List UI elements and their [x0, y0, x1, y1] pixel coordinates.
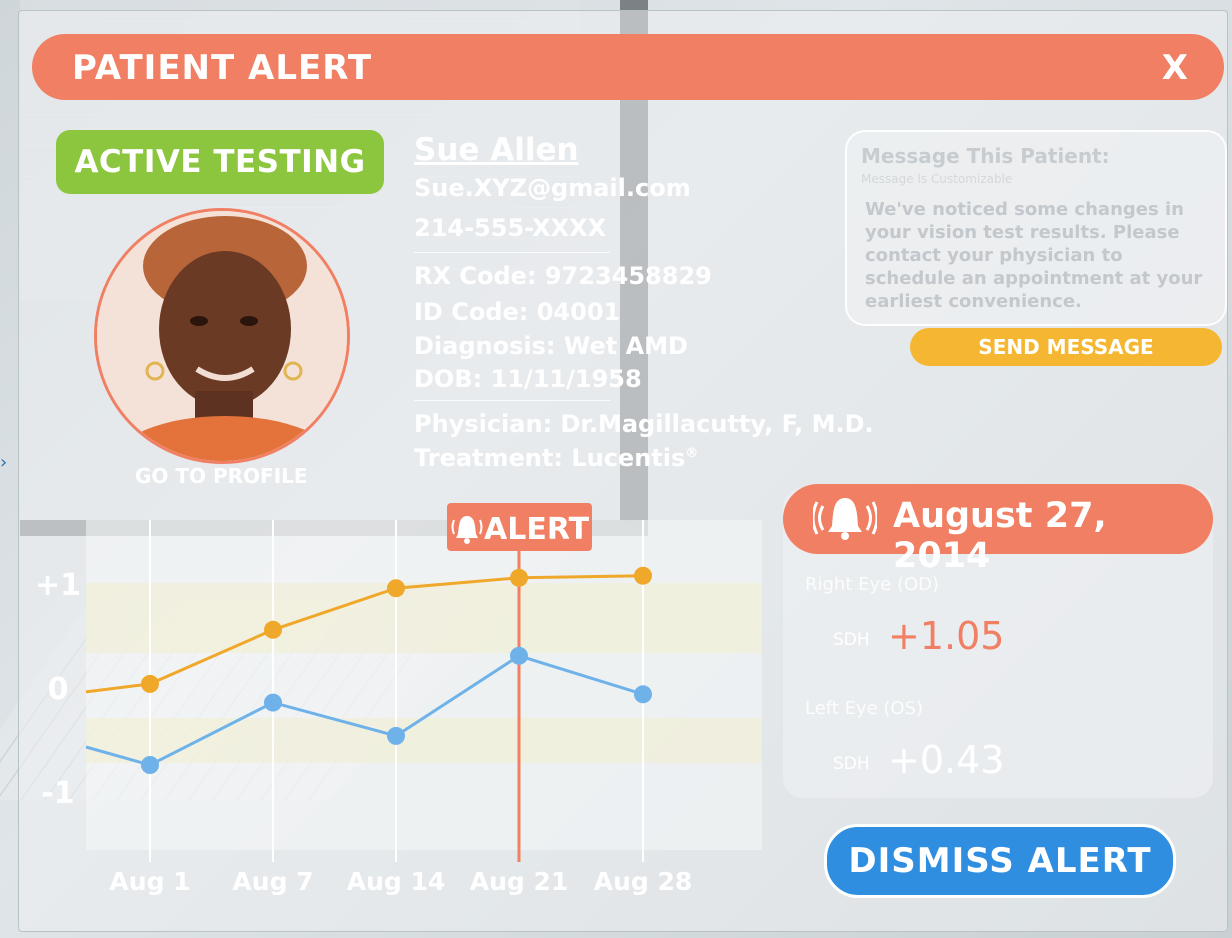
y-tick-label: 0 [48, 672, 69, 707]
y-tick-label: -1 [41, 776, 74, 811]
dismiss-alert-button[interactable]: DISMISS ALERT [824, 824, 1176, 898]
x-tick-label: Aug 7 [232, 867, 313, 896]
x-tick-label: Aug 14 [347, 867, 446, 896]
data-point [264, 693, 282, 712]
left-eye-metric: SDH [833, 754, 870, 774]
bell-icon [813, 498, 877, 540]
x-tick-label: Aug 28 [594, 867, 693, 896]
alert-date: August 27, 2014 [893, 496, 1107, 576]
chart-band-upper [86, 583, 762, 653]
data-point [510, 646, 528, 665]
x-tick-label: Aug 21 [470, 867, 569, 896]
right-eye-metric: SDH [833, 630, 870, 650]
data-point [141, 756, 159, 774]
chart-band-lower [86, 718, 762, 763]
data-point [387, 726, 405, 745]
data-point [510, 568, 528, 587]
right-eye-label: Right Eye (OD) [805, 574, 940, 595]
alert-label: ALERT [484, 512, 590, 547]
alert-date-banner: August 27, 2014 [783, 484, 1213, 576]
data-point [634, 685, 652, 704]
data-point [634, 566, 652, 585]
y-tick-label: +1 [35, 568, 81, 603]
x-tick-label: Aug 1 [109, 867, 190, 896]
left-eye-label: Left Eye (OS) [805, 698, 924, 719]
data-point [141, 674, 159, 693]
data-point [387, 579, 405, 598]
data-point [264, 620, 282, 639]
left-eye-value: +0.43 [888, 738, 1005, 782]
right-eye-value: +1.05 [888, 614, 1005, 658]
